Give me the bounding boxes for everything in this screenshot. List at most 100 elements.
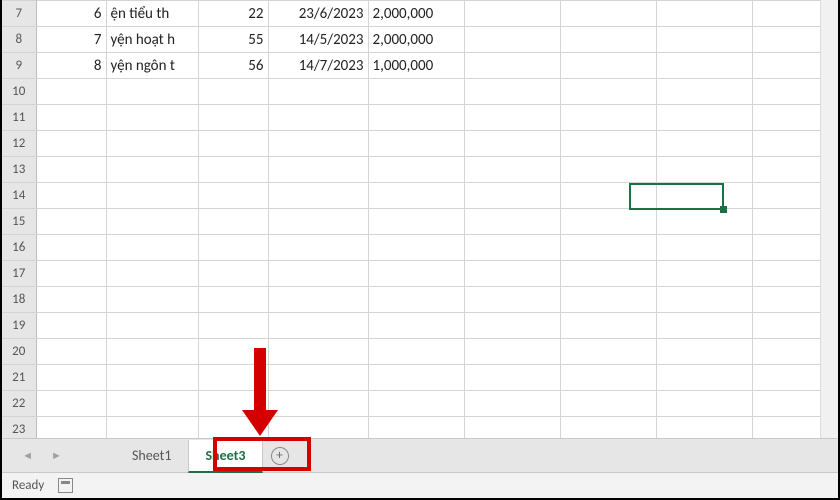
row-header[interactable]: 11 (2, 105, 36, 131)
row-header[interactable]: 15 (2, 209, 36, 235)
cell[interactable] (198, 313, 268, 339)
cell[interactable] (198, 235, 268, 261)
cell[interactable] (464, 183, 560, 209)
fill-handle[interactable] (720, 206, 727, 213)
cell[interactable] (106, 183, 198, 209)
cell[interactable] (36, 183, 106, 209)
cell[interactable]: 2,000,000 (368, 1, 464, 27)
cell[interactable] (368, 261, 464, 287)
row-header[interactable]: 14 (2, 183, 36, 209)
cell[interactable] (656, 209, 752, 235)
cell[interactable] (464, 209, 560, 235)
cell[interactable] (268, 287, 368, 313)
cell[interactable] (560, 1, 656, 27)
row-header[interactable]: 12 (2, 131, 36, 157)
cell[interactable] (36, 261, 106, 287)
cell[interactable] (464, 365, 560, 391)
cell[interactable] (36, 287, 106, 313)
cell[interactable] (268, 339, 368, 365)
cell[interactable] (464, 79, 560, 105)
cell[interactable] (368, 131, 464, 157)
worksheet-grid[interactable]: 7 6 ện tiểu th 22 23/6/2023 2,000,000 8 … (2, 0, 838, 438)
cell[interactable] (368, 417, 464, 439)
cell[interactable] (368, 79, 464, 105)
cell[interactable]: 6 (36, 1, 106, 27)
cell[interactable] (656, 53, 752, 79)
cell[interactable] (268, 235, 368, 261)
cell[interactable]: 1,000,000 (368, 53, 464, 79)
cell[interactable] (106, 313, 198, 339)
cell[interactable] (198, 287, 268, 313)
cell[interactable] (106, 261, 198, 287)
row-header[interactable]: 9 (2, 53, 36, 79)
cell[interactable] (36, 417, 106, 439)
cell[interactable] (268, 183, 368, 209)
cell[interactable] (36, 79, 106, 105)
cell[interactable]: 22 (198, 1, 268, 27)
row-header[interactable]: 18 (2, 287, 36, 313)
cell[interactable] (560, 261, 656, 287)
cell[interactable] (560, 339, 656, 365)
cell[interactable] (464, 313, 560, 339)
cell[interactable] (106, 391, 198, 417)
cell[interactable] (656, 365, 752, 391)
cell[interactable] (36, 105, 106, 131)
cell[interactable] (368, 157, 464, 183)
row-header[interactable]: 16 (2, 235, 36, 261)
cell[interactable] (198, 183, 268, 209)
cell[interactable] (464, 417, 560, 439)
cell[interactable] (464, 339, 560, 365)
row-header[interactable]: 19 (2, 313, 36, 339)
cell[interactable] (656, 105, 752, 131)
cell[interactable] (464, 235, 560, 261)
cell[interactable] (268, 313, 368, 339)
cell[interactable] (106, 235, 198, 261)
cell[interactable] (560, 105, 656, 131)
cell[interactable] (368, 339, 464, 365)
cell[interactable] (656, 79, 752, 105)
cell[interactable] (464, 157, 560, 183)
cell[interactable] (560, 131, 656, 157)
cell[interactable]: ện tiểu th (106, 1, 198, 27)
cell[interactable] (106, 365, 198, 391)
cell[interactable] (464, 105, 560, 131)
cell[interactable]: 14/7/2023 (268, 53, 368, 79)
cell[interactable]: 56 (198, 53, 268, 79)
cell[interactable] (268, 417, 368, 439)
cell[interactable] (368, 183, 464, 209)
cell[interactable] (464, 287, 560, 313)
cell[interactable] (198, 261, 268, 287)
cell[interactable] (268, 105, 368, 131)
cell[interactable] (560, 235, 656, 261)
cell[interactable] (656, 287, 752, 313)
cell[interactable] (268, 209, 368, 235)
cell[interactable] (268, 261, 368, 287)
cell[interactable] (560, 157, 656, 183)
row-header[interactable]: 20 (2, 339, 36, 365)
cell[interactable] (560, 417, 656, 439)
cell[interactable] (106, 287, 198, 313)
cell[interactable] (656, 391, 752, 417)
row-header[interactable]: 13 (2, 157, 36, 183)
cell[interactable] (36, 339, 106, 365)
cell[interactable] (198, 79, 268, 105)
tab-sheet1[interactable]: Sheet1 (116, 439, 188, 472)
cell[interactable] (464, 391, 560, 417)
new-sheet-button[interactable]: + (263, 439, 297, 472)
cell[interactable] (560, 313, 656, 339)
cell[interactable] (106, 105, 198, 131)
cell[interactable] (368, 313, 464, 339)
cell[interactable]: 55 (198, 27, 268, 53)
cell[interactable] (560, 365, 656, 391)
cell[interactable] (656, 417, 752, 439)
cell[interactable] (268, 79, 368, 105)
cell[interactable] (36, 391, 106, 417)
cell[interactable] (36, 235, 106, 261)
cell[interactable] (656, 235, 752, 261)
cell[interactable] (560, 287, 656, 313)
cell[interactable] (368, 391, 464, 417)
row-header[interactable]: 23 (2, 417, 36, 439)
cell[interactable] (198, 105, 268, 131)
cell[interactable] (36, 157, 106, 183)
cell[interactable] (368, 105, 464, 131)
